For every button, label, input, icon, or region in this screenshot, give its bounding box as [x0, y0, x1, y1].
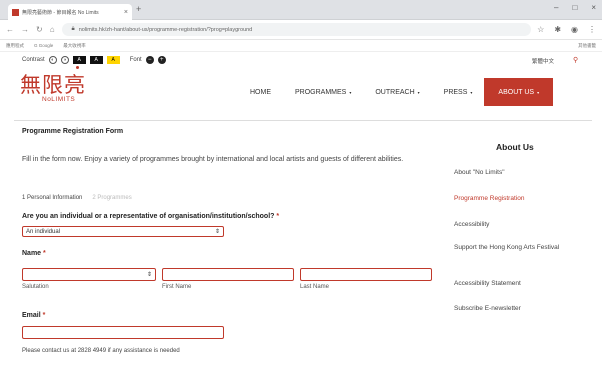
form-title: Programme Registration Form	[22, 128, 124, 135]
nav-outreach[interactable]: OUTREACH ▾	[363, 78, 431, 106]
site-favicon-icon	[12, 8, 19, 16]
bookmarks-bar: 應用程式 G Google 最大收視率 其他書籤	[0, 40, 602, 52]
sidebar-item-accessibility-statement[interactable]: Accessibility Statement	[454, 279, 564, 288]
required-mark: *	[42, 312, 46, 319]
sidebar-item-registration[interactable]: Programme Registration	[454, 194, 564, 203]
close-window-icon[interactable]: ×	[591, 3, 596, 12]
sidebar-item-subscribe[interactable]: Subscribe E-newsletter	[454, 304, 564, 313]
registration-form: Programme Registration Form Fill in the …	[22, 128, 442, 354]
email-label-text: Email	[22, 312, 41, 319]
minimize-icon[interactable]: –	[554, 3, 558, 12]
sidebar-item-about[interactable]: About "No Limits"	[454, 168, 564, 177]
language-toggle[interactable]: 繁體中文	[532, 57, 554, 65]
bookmark-item[interactable]: 最大收視率	[63, 43, 86, 49]
individual-select[interactable]: An individual ⇕	[22, 226, 224, 237]
sidebar-item-accessibility[interactable]: Accessibility	[454, 220, 564, 229]
step-personal-info[interactable]: 1 Personal Information	[22, 195, 82, 201]
font-increase-icon[interactable]: +	[157, 56, 166, 64]
contrast-swatch-black-yellow[interactable]: A	[89, 56, 103, 64]
home-icon[interactable]: ⌂	[50, 25, 55, 34]
header-divider	[14, 120, 592, 121]
logo-english: NoLIMITS	[42, 96, 76, 103]
active-indicator-dot	[76, 66, 79, 69]
nav-label: PRESS	[443, 88, 468, 96]
star-icon[interactable]: ☆	[537, 25, 544, 34]
question-individual-label: Are you an individual or a representativ…	[22, 213, 275, 220]
logo-chinese: 無限亮	[20, 73, 86, 97]
extension-icon[interactable]: ✱	[554, 25, 561, 34]
close-tab-icon[interactable]: ×	[124, 9, 128, 16]
nav-label: ABOUT US	[498, 88, 535, 96]
required-mark: *	[276, 213, 280, 220]
chevron-down-icon: ▾	[417, 89, 420, 95]
contact-note: Please contact us at 2828 4949 if any as…	[22, 348, 180, 354]
profile-icon[interactable]: ◉	[571, 25, 578, 34]
font-decrease-icon[interactable]: −	[145, 56, 154, 64]
last-name-label: Last Name	[300, 284, 330, 290]
contrast-swatch-black[interactable]: A	[72, 56, 86, 64]
contrast-label: Contrast	[22, 57, 45, 63]
nav-home[interactable]: HOME	[238, 78, 283, 106]
browser-tab[interactable]: 無限亮藝術節 - 節目報名 No Limits ×	[8, 4, 132, 20]
font-label: Font	[129, 57, 142, 63]
bookmark-item[interactable]: G Google	[34, 43, 53, 48]
email-label: Email *	[22, 312, 45, 319]
form-intro: Fill in the form now. Enjoy a variety of…	[22, 156, 404, 163]
contrast-swatch-yellow[interactable]: A	[106, 56, 120, 64]
chevron-down-icon: ▾	[537, 89, 540, 95]
accessibility-toolbar: Contrast ◐ ◑ A A A Font − +	[22, 56, 166, 64]
maximize-icon[interactable]: □	[572, 3, 577, 12]
chevron-down-icon: ▾	[349, 89, 352, 95]
sidebar-item-support[interactable]: Support the Hong Kong Arts Festival	[454, 243, 564, 252]
main-nav: HOME PROGRAMMES ▾ OUTREACH ▾ PRESS ▾ ABO…	[238, 78, 554, 106]
address-bar-row: ← → ↻ ⌂ 🔒︎ nolimits.hk/zh-hant/about-us/…	[0, 20, 602, 40]
nav-label: PROGRAMMES	[295, 88, 347, 96]
browser-tab-bar: 無限亮藝術節 - 節目報名 No Limits × + – □ ×	[0, 0, 602, 20]
reload-icon[interactable]: ↻	[36, 25, 43, 34]
contrast-toggle-icon[interactable]: ◑	[60, 56, 69, 64]
salutation-select[interactable]: ⇕	[22, 268, 156, 281]
last-name-input[interactable]	[300, 268, 432, 281]
email-input[interactable]	[22, 326, 224, 339]
nav-about-us[interactable]: ABOUT US ▾	[484, 78, 554, 106]
window-controls: – □ ×	[554, 3, 596, 12]
url-field[interactable]: 🔒︎ nolimits.hk/zh-hant/about-us/programm…	[61, 23, 532, 36]
bookmark-item[interactable]: 應用程式	[6, 43, 24, 49]
nav-label: OUTREACH	[375, 88, 415, 96]
salutation-label: Salutation	[22, 284, 49, 290]
name-label: Name *	[22, 250, 46, 257]
site-page: Contrast ◐ ◑ A A A Font − + 繁體中文 ⚲ 無限亮 N…	[0, 52, 602, 380]
tab-title: 無限亮藝術節 - 節目報名 No Limits	[22, 9, 99, 16]
name-label-text: Name	[22, 250, 42, 257]
step-programmes[interactable]: 2 Programmes	[92, 195, 131, 201]
url-text: nolimits.hk/zh-hant/about-us/programme-r…	[78, 26, 253, 33]
individual-select-value: An individual	[26, 228, 61, 235]
nav-label: HOME	[250, 88, 271, 96]
question-individual: Are you an individual or a representativ…	[22, 213, 279, 220]
search-icon[interactable]: ⚲	[573, 56, 578, 64]
select-arrows-icon: ⇕	[214, 229, 220, 235]
about-sidebar: About Us About "No Limits" Programme Reg…	[454, 142, 584, 312]
lock-icon: 🔒︎	[71, 26, 75, 32]
forward-icon[interactable]: →	[21, 25, 29, 34]
back-icon[interactable]: ←	[6, 25, 14, 34]
first-name-label: First Name	[162, 284, 192, 290]
site-logo[interactable]: 無限亮 NoLIMITS	[20, 74, 90, 112]
nav-press[interactable]: PRESS ▾	[432, 78, 485, 106]
sidebar-title: About Us	[496, 142, 534, 152]
other-bookmarks[interactable]: 其他書籤	[578, 43, 596, 49]
new-tab-icon[interactable]: +	[136, 4, 141, 14]
name-fields: ⇕ Salutation First Name Last Name	[22, 268, 432, 290]
menu-icon[interactable]: ⋮	[588, 25, 596, 34]
toolbar-icons: ☆ ✱ ◉ ⋮	[537, 25, 596, 34]
chevron-down-icon: ▾	[470, 89, 473, 95]
required-mark: *	[43, 250, 46, 257]
nav-programmes[interactable]: PROGRAMMES ▾	[283, 78, 363, 106]
form-steps: 1 Personal Information 2 Programmes	[22, 195, 132, 201]
first-name-input[interactable]	[162, 268, 294, 281]
contrast-default-icon[interactable]: ◐	[48, 56, 57, 64]
select-arrows-icon: ⇕	[146, 272, 152, 278]
